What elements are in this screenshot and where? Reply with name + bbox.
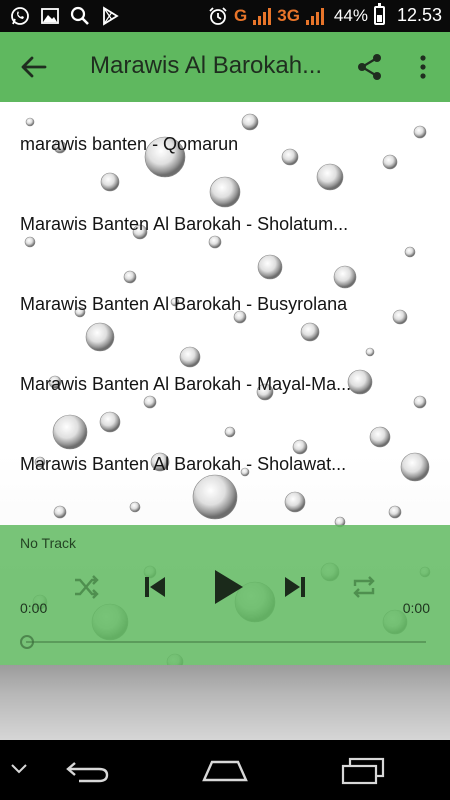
player-panel: No Track 0:00 0:00 <box>0 525 450 665</box>
image-icon <box>41 8 59 24</box>
now-playing-title: No Track <box>20 535 77 551</box>
hide-keyboard-icon[interactable] <box>10 762 28 776</box>
battery-percent: 44% <box>333 5 368 25</box>
total-duration: 0:00 <box>402 600 430 616</box>
whatsapp-icon <box>11 7 29 25</box>
signal-strength-icon <box>253 7 272 25</box>
seek-thumb[interactable] <box>20 635 34 649</box>
system-navigation-bar <box>0 740 450 800</box>
list-item[interactable]: Marawis Banten Al Barokah - Sholawat... <box>20 454 400 475</box>
back-arrow-icon[interactable] <box>18 52 52 82</box>
clock: 12.53 <box>396 5 442 25</box>
notification-icons <box>10 6 120 26</box>
list-item[interactable]: Marawis Banten Al Barokah - Busyrolana <box>20 294 400 315</box>
elapsed-time: 0:00 <box>20 600 48 616</box>
repeat-icon[interactable] <box>350 573 378 601</box>
play-store-icon <box>103 6 119 26</box>
share-icon[interactable] <box>356 52 384 82</box>
list-item[interactable]: Marawis Banten Al Barokah - Mayal-Ma... <box>20 374 400 395</box>
app-bar: Marawis Al Barokah... <box>0 32 450 102</box>
battery-icon <box>373 3 385 25</box>
next-icon[interactable] <box>282 573 308 601</box>
list-item[interactable]: marawis banten - Qomarun <box>20 134 400 155</box>
play-icon[interactable] <box>210 567 246 607</box>
network-type-label-2: 3G <box>277 5 300 25</box>
page-title: Marawis Al Barokah... <box>90 52 323 79</box>
signal-strength-icon-2 <box>305 7 324 25</box>
status-bar: G 3G 44% 12.53 <box>0 0 450 32</box>
home-icon[interactable] <box>200 758 250 784</box>
recents-icon[interactable] <box>340 756 386 786</box>
back-icon[interactable] <box>65 758 111 784</box>
lower-background <box>0 665 450 740</box>
previous-icon[interactable] <box>142 573 168 601</box>
list-item[interactable]: Marawis Banten Al Barokah - Sholatum... <box>20 214 400 235</box>
search-icon <box>70 6 89 25</box>
system-indicators: G 3G 44% 12.53 <box>208 3 442 26</box>
network-type-label: G <box>234 5 248 25</box>
alarm-icon <box>209 6 227 25</box>
overflow-menu-icon[interactable] <box>413 52 433 82</box>
shuffle-icon[interactable] <box>72 573 100 601</box>
seek-bar[interactable] <box>26 641 426 643</box>
